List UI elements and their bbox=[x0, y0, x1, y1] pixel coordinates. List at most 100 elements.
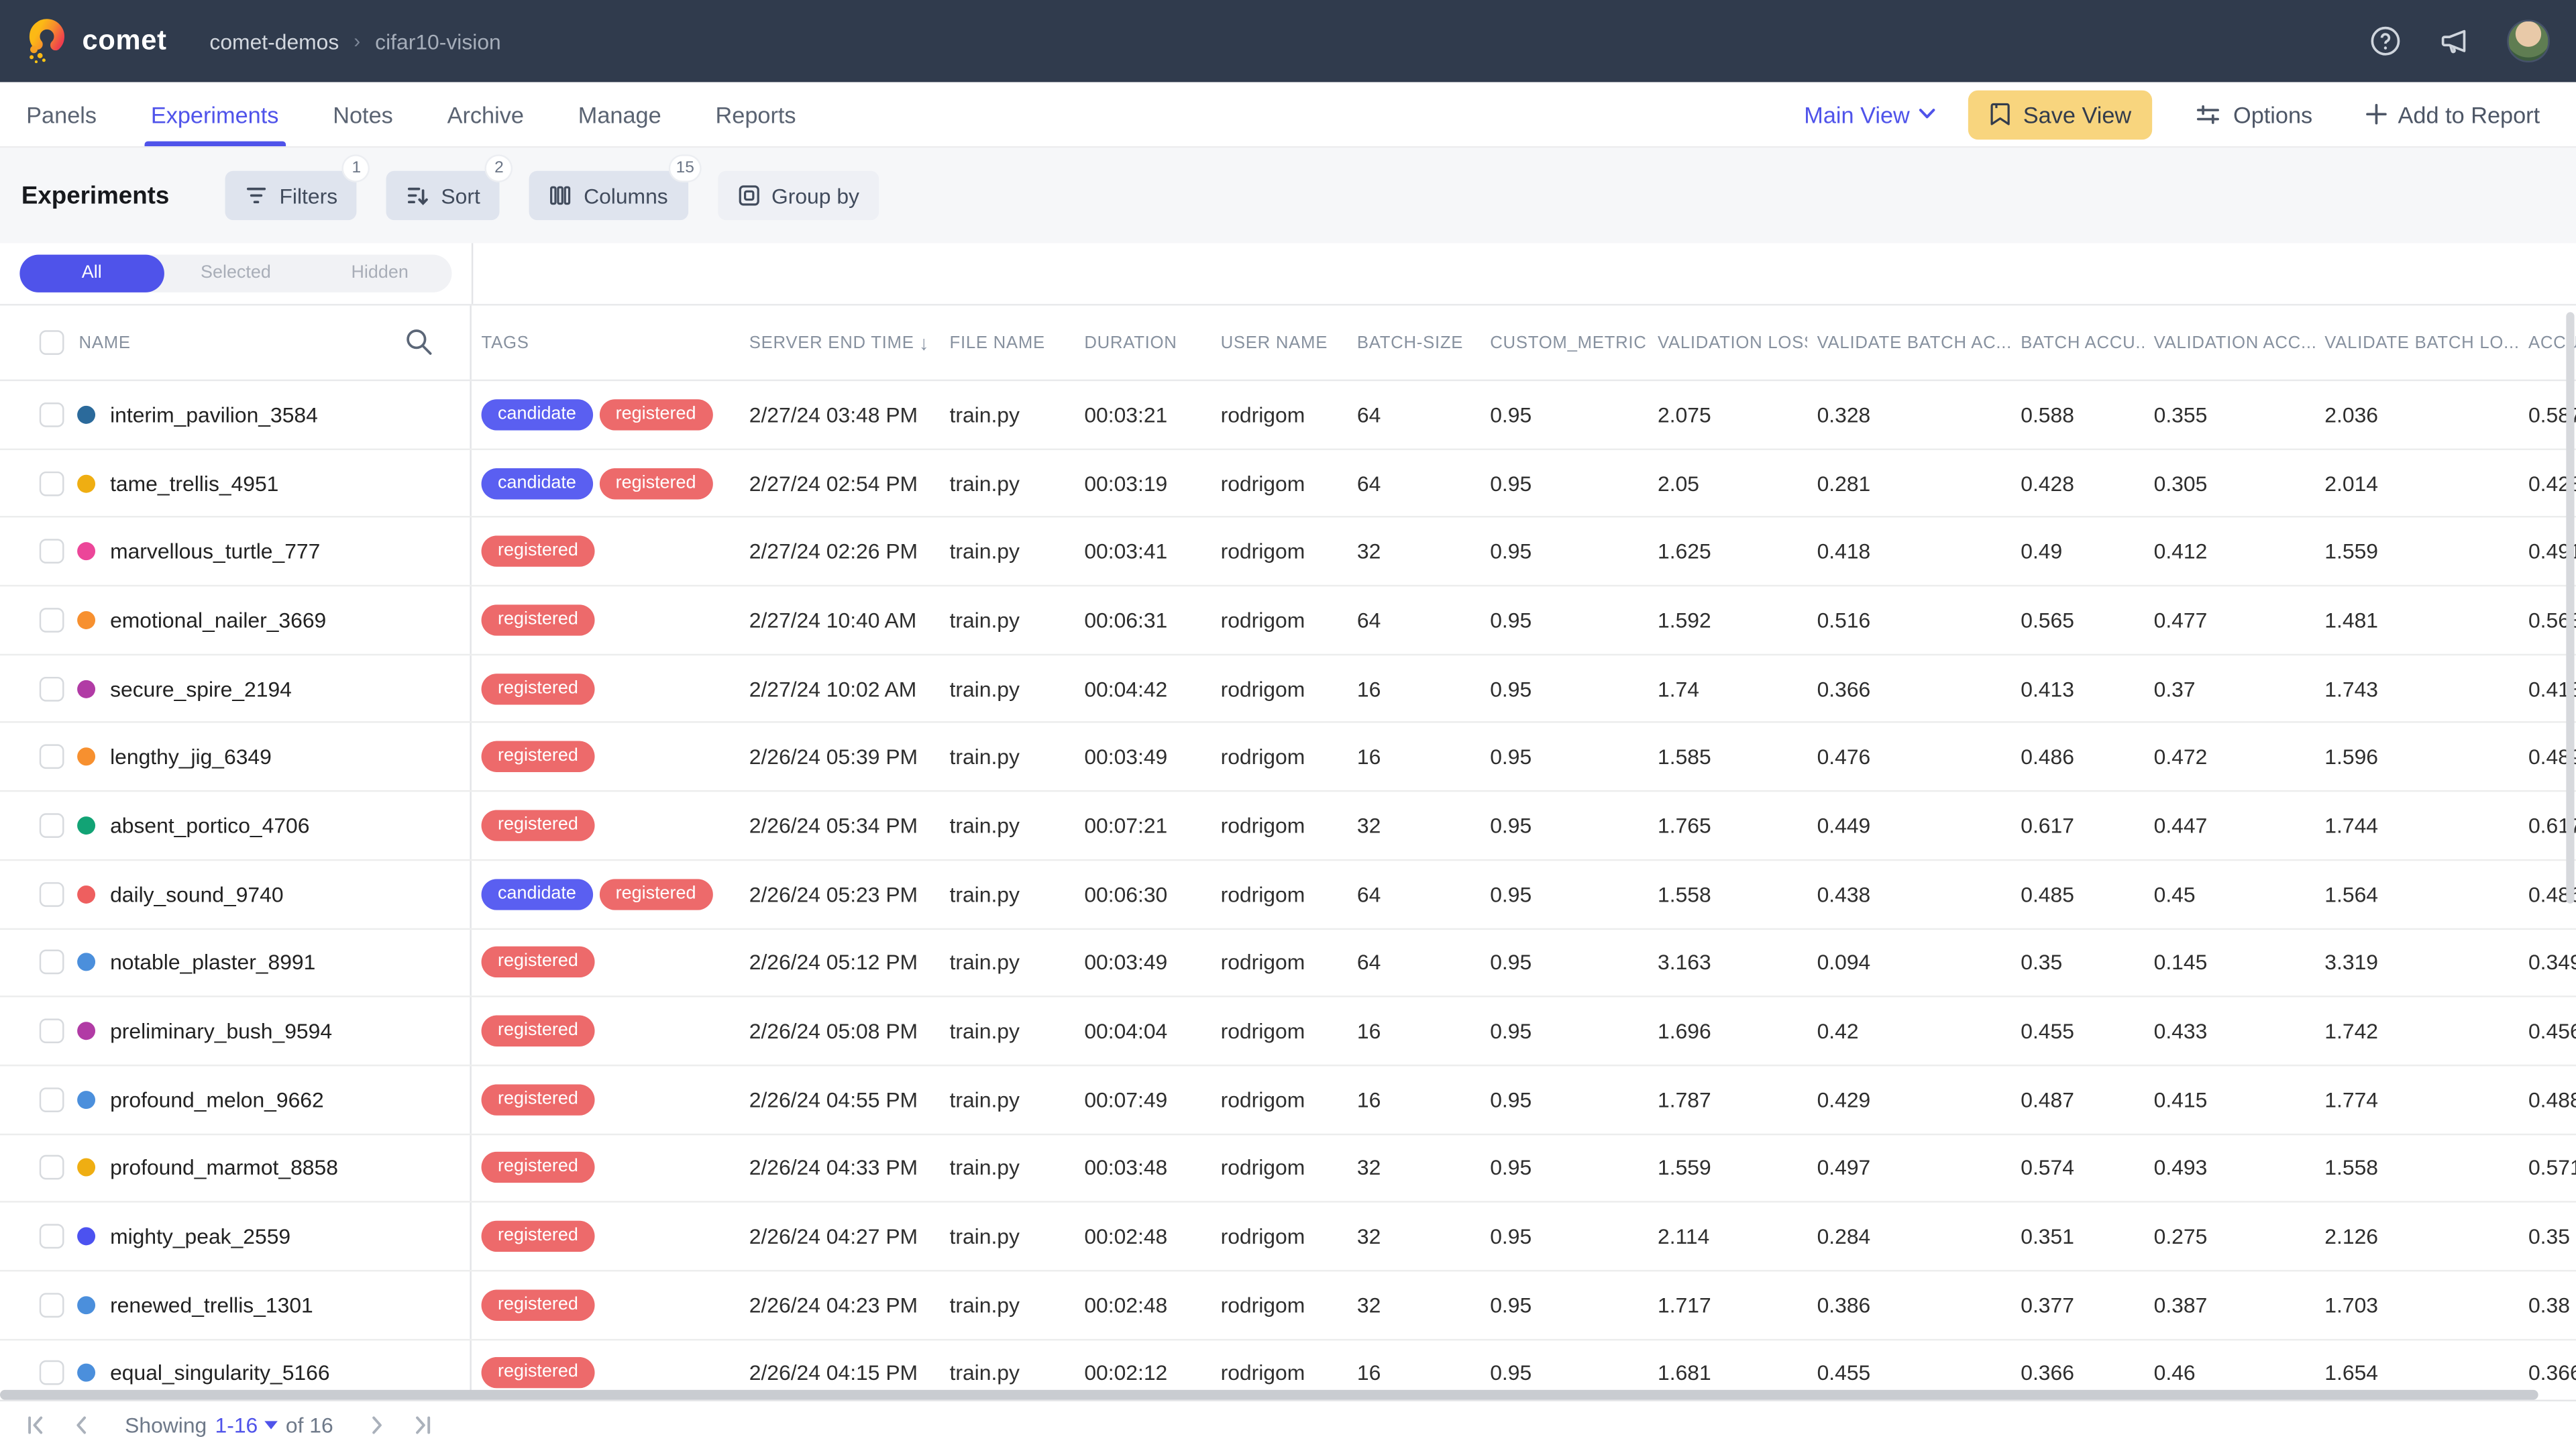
cell-validate_batch_ac: 0.476 bbox=[1807, 745, 2011, 769]
experiment-name-link[interactable]: lengthy_jig_6349 bbox=[110, 745, 272, 769]
row-checkbox[interactable] bbox=[40, 813, 64, 838]
cell-batch_accu: 0.49 bbox=[2011, 539, 2144, 564]
row-checkbox[interactable] bbox=[40, 1293, 64, 1318]
experiment-name-link[interactable]: secure_spire_2194 bbox=[110, 676, 292, 701]
column-header-batch_accu[interactable]: BATCH ACCU... bbox=[2011, 333, 2144, 352]
table-row[interactable]: interim_pavilion_3584candidateregistered… bbox=[0, 381, 2576, 449]
main-view-dropdown[interactable]: Main View bbox=[1804, 101, 1936, 127]
avatar[interactable] bbox=[2507, 19, 2550, 62]
first-page-icon[interactable] bbox=[23, 1411, 51, 1440]
row-checkbox[interactable] bbox=[40, 1224, 64, 1249]
experiment-name-link[interactable]: equal_singularity_5166 bbox=[110, 1361, 329, 1386]
pagination-range-dropdown[interactable]: 1-16 bbox=[215, 1413, 278, 1438]
cell-tags: registered bbox=[472, 741, 739, 773]
select-all-checkbox[interactable] bbox=[40, 330, 64, 355]
experiment-name-link[interactable]: absent_portico_4706 bbox=[110, 813, 309, 838]
table-row[interactable]: profound_melon_9662registered2/26/24 04:… bbox=[0, 1066, 2576, 1134]
experiment-name-link[interactable]: tame_trellis_4951 bbox=[110, 471, 278, 496]
row-checkbox[interactable] bbox=[40, 539, 64, 564]
row-checkbox[interactable] bbox=[40, 676, 64, 701]
sort-button[interactable]: Sort2 bbox=[387, 171, 500, 220]
column-header-custom_metric[interactable]: CUSTOM_METRIC bbox=[1481, 333, 1648, 352]
column-header-file_name[interactable]: FILE NAME bbox=[940, 333, 1075, 352]
segment-selected[interactable]: Selected bbox=[164, 255, 308, 292]
announcements-icon[interactable] bbox=[2438, 25, 2471, 58]
row-checkbox[interactable] bbox=[40, 1087, 64, 1112]
experiment-name-link[interactable]: notable_plaster_8991 bbox=[110, 950, 315, 975]
table-row[interactable]: marvellous_turtle_777registered2/27/24 0… bbox=[0, 518, 2576, 586]
experiment-name-link[interactable]: renewed_trellis_1301 bbox=[110, 1293, 313, 1318]
row-checkbox[interactable] bbox=[40, 1156, 64, 1181]
table-row[interactable]: lengthy_jig_6349registered2/26/24 05:39 … bbox=[0, 724, 2576, 792]
cell-name: profound_melon_9662 bbox=[0, 1066, 472, 1133]
segment-all[interactable]: All bbox=[19, 255, 164, 292]
cell-batch_accu: 0.487 bbox=[2011, 1087, 2144, 1112]
experiment-name-link[interactable]: preliminary_bush_9594 bbox=[110, 1018, 332, 1043]
tab-panels[interactable]: Panels bbox=[26, 82, 97, 146]
table-row[interactable]: tame_trellis_4951candidateregistered2/27… bbox=[0, 449, 2576, 518]
columns-button[interactable]: Columns15 bbox=[529, 171, 688, 220]
button-label: Columns bbox=[584, 183, 668, 208]
table-row[interactable]: notable_plaster_8991registered2/26/24 05… bbox=[0, 929, 2576, 998]
row-checkbox[interactable] bbox=[40, 608, 64, 633]
column-header-tags[interactable]: TAGS bbox=[472, 333, 739, 352]
table-row[interactable]: secure_spire_2194registered2/27/24 10:02… bbox=[0, 655, 2576, 724]
row-checkbox[interactable] bbox=[40, 402, 64, 427]
row-checkbox[interactable] bbox=[40, 881, 64, 906]
cell-duration: 00:02:48 bbox=[1075, 1293, 1211, 1318]
table-row[interactable]: preliminary_bush_9594registered2/26/24 0… bbox=[0, 998, 2576, 1066]
plus-icon bbox=[2365, 103, 2387, 125]
comet-logo[interactable]: comet bbox=[26, 18, 167, 64]
table-row[interactable]: absent_portico_4706registered2/26/24 05:… bbox=[0, 792, 2576, 861]
tab-experiments[interactable]: Experiments bbox=[151, 82, 279, 146]
pagination-total: of 16 bbox=[286, 1413, 333, 1438]
table-row[interactable]: renewed_trellis_1301registered2/26/24 04… bbox=[0, 1271, 2576, 1340]
tab-notes[interactable]: Notes bbox=[333, 82, 393, 146]
table-row[interactable]: daily_sound_9740candidateregistered2/26/… bbox=[0, 861, 2576, 929]
experiment-name-link[interactable]: mighty_peak_2559 bbox=[110, 1224, 290, 1249]
experiment-name-link[interactable]: emotional_nailer_3669 bbox=[110, 608, 326, 633]
row-checkbox[interactable] bbox=[40, 745, 64, 769]
column-header-validate_batch_lo[interactable]: VALIDATE BATCH LO... bbox=[2315, 333, 2519, 352]
table-row[interactable]: profound_marmot_8858registered2/26/24 04… bbox=[0, 1134, 2576, 1203]
tab-manage[interactable]: Manage bbox=[578, 82, 661, 146]
experiment-name-link[interactable]: profound_marmot_8858 bbox=[110, 1156, 338, 1181]
row-checkbox[interactable] bbox=[40, 1018, 64, 1043]
tab-archive[interactable]: Archive bbox=[447, 82, 524, 146]
experiment-name-link[interactable]: daily_sound_9740 bbox=[110, 881, 283, 906]
cell-batch_accu: 0.377 bbox=[2011, 1293, 2144, 1318]
table-row[interactable]: mighty_peak_2559registered2/26/24 04:27 … bbox=[0, 1203, 2576, 1271]
save-view-button[interactable]: Save View bbox=[1969, 89, 2153, 138]
column-header-validation_loss[interactable]: VALIDATION LOSS bbox=[1648, 333, 1807, 352]
segment-hidden[interactable]: Hidden bbox=[308, 255, 452, 292]
last-page-icon[interactable] bbox=[407, 1411, 435, 1440]
column-header-batch_size[interactable]: BATCH-SIZE bbox=[1347, 333, 1480, 352]
filters-button[interactable]: Filters1 bbox=[225, 171, 358, 220]
options-button[interactable]: Options bbox=[2186, 99, 2322, 129]
help-icon[interactable] bbox=[2369, 25, 2402, 58]
table-row[interactable]: emotional_nailer_3669registered2/27/24 1… bbox=[0, 586, 2576, 655]
column-header-user_name[interactable]: USER NAME bbox=[1211, 333, 1347, 352]
experiment-name-link[interactable]: marvellous_turtle_777 bbox=[110, 539, 320, 564]
experiment-name-link[interactable]: profound_melon_9662 bbox=[110, 1087, 324, 1112]
column-header-duration[interactable]: DURATION bbox=[1075, 333, 1211, 352]
breadcrumb-project[interactable]: comet-demos bbox=[209, 29, 339, 54]
bookmark-icon bbox=[1990, 102, 2012, 127]
group-by-button[interactable]: Group by bbox=[717, 171, 879, 220]
next-page-icon[interactable] bbox=[363, 1411, 391, 1440]
row-checkbox[interactable] bbox=[40, 950, 64, 975]
column-header-validation_acc[interactable]: VALIDATION ACC... bbox=[2144, 333, 2315, 352]
column-header-validate_batch_ac[interactable]: VALIDATE BATCH AC... bbox=[1807, 333, 2011, 352]
add-to-report-button[interactable]: Add to Report bbox=[2355, 99, 2550, 129]
row-checkbox[interactable] bbox=[40, 471, 64, 496]
name-column-header[interactable]: NAME bbox=[0, 306, 472, 380]
column-header-server_end_time[interactable]: SERVER END TIME↓ bbox=[739, 331, 940, 354]
cell-validation_loss: 1.696 bbox=[1648, 1018, 1807, 1043]
tab-reports[interactable]: Reports bbox=[715, 82, 796, 146]
row-checkbox[interactable] bbox=[40, 1361, 64, 1386]
search-icon[interactable] bbox=[404, 327, 433, 356]
experiment-name-link[interactable]: interim_pavilion_3584 bbox=[110, 402, 318, 427]
horizontal-scrollbar[interactable] bbox=[0, 1390, 2538, 1400]
vertical-scrollbar[interactable] bbox=[2566, 312, 2574, 904]
prev-page-icon[interactable] bbox=[67, 1411, 95, 1440]
